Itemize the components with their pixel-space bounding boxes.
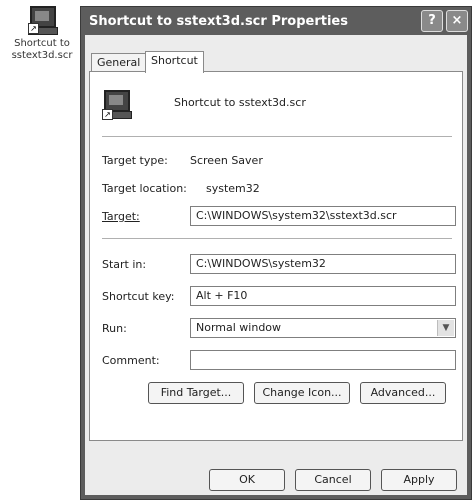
help-button[interactable]: ? [421, 10, 443, 32]
apply-button[interactable]: Apply [381, 469, 457, 491]
target-type-value: Screen Saver [190, 154, 263, 167]
chevron-down-icon[interactable]: ▼ [437, 320, 454, 336]
title-bar[interactable]: Shortcut to sstext3d.scr Properties ? × [81, 7, 471, 35]
desktop-icon-label: Shortcut to sstext3d.scr [11, 38, 73, 61]
change-icon-button[interactable]: Change Icon... [254, 382, 350, 404]
find-target-button[interactable]: Find Target... [148, 382, 244, 404]
comment-field[interactable] [190, 350, 456, 370]
comment-label: Comment: [102, 354, 160, 367]
desktop-shortcut-icon[interactable]: ↗ Shortcut to sstext3d.scr [4, 6, 80, 62]
shortcut-key-label: Shortcut key: [102, 290, 175, 303]
separator [102, 238, 452, 240]
target-field[interactable]: C:\WINDOWS\system32\sstext3d.scr [190, 206, 456, 226]
start-in-field[interactable]: C:\WINDOWS\system32 [190, 254, 456, 274]
start-in-label: Start in: [102, 258, 147, 271]
target-label: Target: [102, 210, 140, 223]
properties-window: Shortcut to sstext3d.scr Properties ? × … [80, 6, 472, 500]
target-type-label: Target type: [102, 154, 168, 167]
tab-general[interactable]: General [91, 53, 147, 72]
shortcut-tab-panel: ↗ Shortcut to sstext3d.scr Target type: … [89, 71, 463, 441]
advanced-button[interactable]: Advanced... [360, 382, 446, 404]
shortcut-key-field[interactable]: Alt + F10 [190, 286, 456, 306]
ok-button[interactable]: OK [209, 469, 285, 491]
cancel-button[interactable]: Cancel [295, 469, 371, 491]
run-select-value: Normal window [196, 321, 282, 334]
separator [102, 136, 452, 138]
run-label: Run: [102, 322, 127, 335]
screensaver-file-icon: ↗ [102, 90, 132, 120]
window-title: Shortcut to sstext3d.scr Properties [89, 13, 348, 29]
run-select[interactable]: Normal window ▼ [190, 318, 456, 338]
target-location-label: Target location: [102, 182, 187, 195]
target-location-value: system32 [206, 182, 260, 195]
shortcut-file-name: Shortcut to sstext3d.scr [174, 96, 306, 109]
window-client: General Shortcut ↗ Shortcut to sstext3d.… [85, 35, 467, 495]
close-button[interactable]: × [446, 10, 468, 32]
tab-shortcut[interactable]: Shortcut [145, 51, 204, 73]
screensaver-shortcut-icon: ↗ [28, 6, 58, 35]
